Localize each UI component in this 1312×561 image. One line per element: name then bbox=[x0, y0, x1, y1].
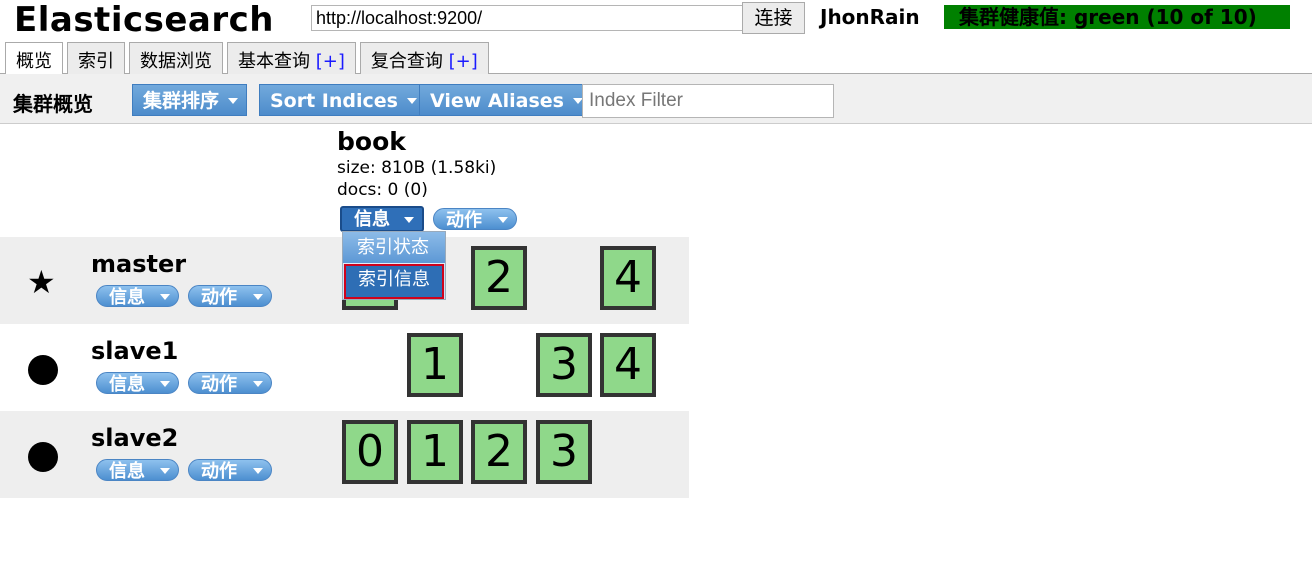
toolbar: 集群概览 集群排序 Sort Indices View Aliases bbox=[0, 74, 1312, 124]
node-name: slave1 bbox=[91, 337, 179, 365]
node-action-button[interactable]: 动作 bbox=[188, 459, 272, 482]
caret-down-icon bbox=[160, 294, 170, 300]
caret-down-icon bbox=[404, 217, 414, 223]
menu-item-index-status[interactable]: 索引状态 bbox=[343, 232, 445, 264]
caret-down-icon bbox=[498, 217, 508, 223]
app-title: Elasticsearch bbox=[14, 0, 274, 40]
shard[interactable]: 3 bbox=[536, 420, 592, 484]
tab-label: 索引 bbox=[78, 51, 114, 72]
button-label: View Aliases bbox=[430, 90, 564, 112]
node-name: slave2 bbox=[91, 424, 179, 452]
tab-label: 概览 bbox=[16, 51, 52, 72]
button-label: Sort Indices bbox=[270, 90, 398, 112]
node-action-button[interactable]: 动作 bbox=[188, 372, 272, 395]
shard[interactable]: 3 bbox=[536, 333, 592, 397]
button-label: 动作 bbox=[201, 374, 237, 395]
shard[interactable]: 1 bbox=[407, 333, 463, 397]
node-info-button[interactable]: 信息 bbox=[96, 459, 179, 482]
tab-indices[interactable]: 索引 bbox=[67, 42, 125, 74]
sort-indices-button[interactable]: Sort Indices bbox=[259, 84, 426, 116]
tab-label: 基本查询 bbox=[238, 51, 310, 72]
shard[interactable]: 1 bbox=[407, 420, 463, 484]
shard[interactable]: 2 bbox=[471, 420, 527, 484]
button-label: 信息 bbox=[109, 374, 145, 395]
caret-down-icon bbox=[253, 381, 263, 387]
tab-label: 复合查询 bbox=[370, 51, 443, 72]
menu-item-index-info[interactable]: 索引信息 bbox=[344, 264, 444, 299]
node-row-slave1: slave1 信息 动作 1 3 4 bbox=[0, 324, 689, 411]
cluster-health-badge: 集群健康值: green (10 of 10) bbox=[944, 5, 1290, 29]
button-label: 动作 bbox=[201, 461, 237, 482]
shard[interactable]: 4 bbox=[600, 333, 656, 397]
button-label: 信息 bbox=[109, 287, 145, 308]
tab-data-browser[interactable]: 数据浏览 bbox=[129, 42, 223, 74]
index-docs: docs: 0 (0) bbox=[337, 180, 428, 200]
node-info-button[interactable]: 信息 bbox=[96, 285, 179, 308]
button-label: 信息 bbox=[354, 209, 390, 230]
url-input[interactable] bbox=[311, 5, 746, 31]
caret-down-icon bbox=[406, 98, 417, 104]
node-name: master bbox=[91, 250, 187, 278]
star-icon: ★ bbox=[27, 263, 56, 301]
shard[interactable]: 2 bbox=[471, 246, 527, 310]
tab-basic-query[interactable]: 基本查询 [+] bbox=[227, 42, 356, 74]
index-action-button[interactable]: 动作 bbox=[433, 208, 517, 231]
view-aliases-button[interactable]: View Aliases bbox=[419, 84, 592, 116]
sort-cluster-button[interactable]: 集群排序 bbox=[132, 84, 248, 116]
shard[interactable]: 0 bbox=[342, 420, 398, 484]
cluster-name: JhonRain bbox=[820, 5, 920, 29]
caret-down-icon bbox=[160, 468, 170, 474]
add-tab-link[interactable]: [+] bbox=[449, 51, 478, 72]
button-label: 信息 bbox=[109, 461, 145, 482]
shard[interactable]: 4 bbox=[600, 246, 656, 310]
index-info-button[interactable]: 信息 bbox=[340, 206, 424, 232]
button-label: 动作 bbox=[201, 287, 237, 308]
add-tab-link[interactable]: [+] bbox=[316, 51, 345, 72]
main-tabs: 概览 索引 数据浏览 基本查询 [+] 复合查询 [+] bbox=[5, 42, 493, 75]
caret-down-icon bbox=[253, 468, 263, 474]
caret-down-icon bbox=[160, 381, 170, 387]
tab-compound-query[interactable]: 复合查询 [+] bbox=[359, 42, 489, 74]
tab-overview[interactable]: 概览 bbox=[5, 42, 63, 75]
connect-button[interactable]: 连接 bbox=[742, 2, 805, 34]
caret-down-icon bbox=[228, 98, 239, 104]
tab-label: 数据浏览 bbox=[140, 51, 212, 72]
index-size: size: 810B (1.58ki) bbox=[337, 158, 497, 178]
index-info-menu: 索引状态 索引信息 bbox=[342, 231, 446, 300]
button-label: 集群排序 bbox=[143, 90, 220, 112]
node-info-button[interactable]: 信息 bbox=[96, 372, 179, 395]
circle-icon bbox=[28, 355, 58, 385]
node-row-slave2: slave2 信息 动作 0 1 2 3 bbox=[0, 411, 689, 498]
button-label: 动作 bbox=[446, 210, 482, 231]
caret-down-icon bbox=[253, 294, 263, 300]
index-filter-input[interactable] bbox=[582, 84, 834, 118]
node-action-button[interactable]: 动作 bbox=[188, 285, 272, 308]
circle-icon bbox=[28, 442, 58, 472]
index-name: book bbox=[337, 127, 406, 156]
page-title: 集群概览 bbox=[13, 92, 93, 116]
